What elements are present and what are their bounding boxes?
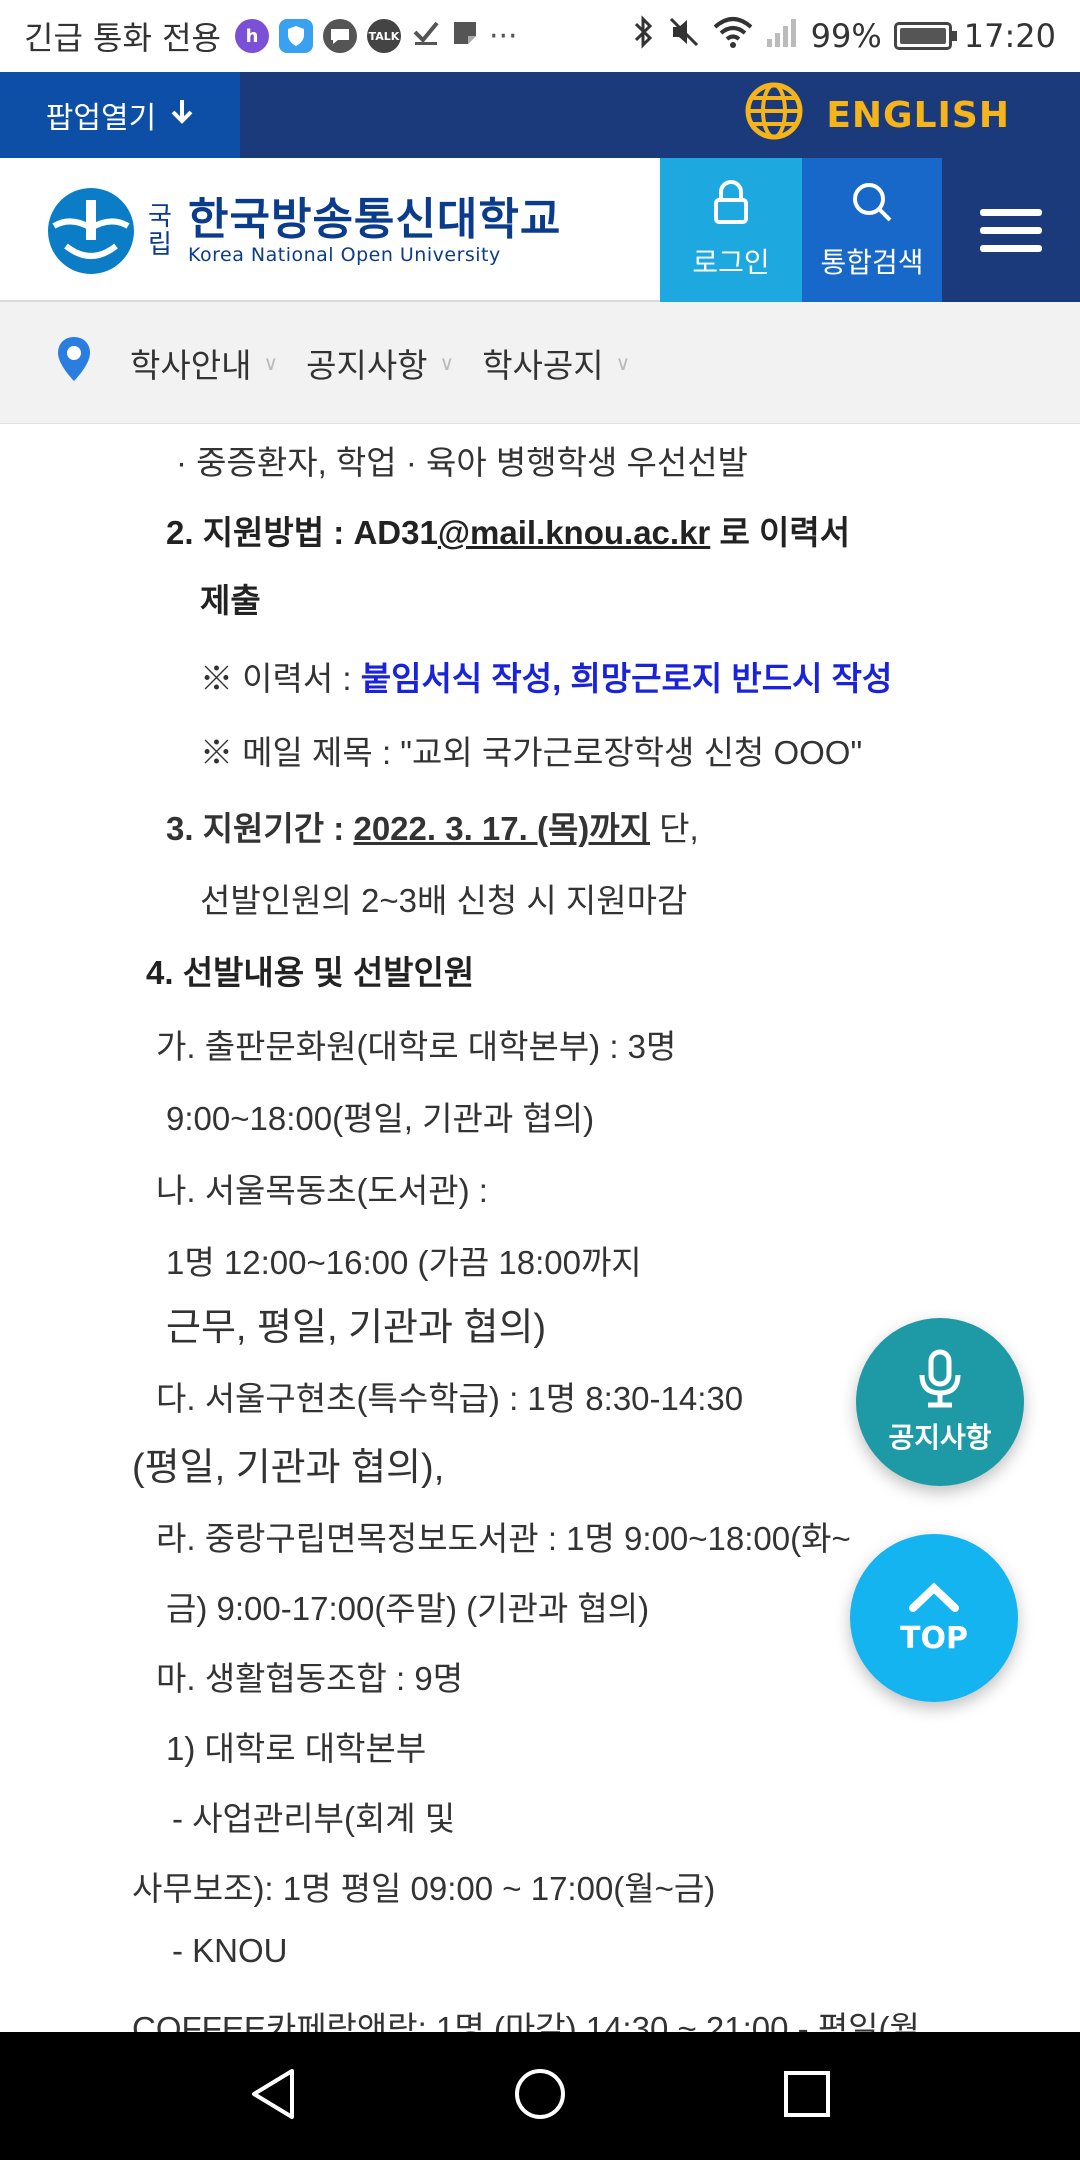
university-logo[interactable]: 국립 한국방송통신대학교 Korea National Open Univers… [46, 186, 561, 276]
bluetooth-icon [633, 15, 655, 57]
text-line: (평일, 기관과 협의), [132, 1447, 445, 1489]
english-label: ENGLISH [826, 94, 1010, 136]
breadcrumb-item-academic-notice[interactable]: 학사공지 ∨ [482, 339, 630, 387]
system-nav-bar [0, 2032, 1080, 2160]
breadcrumb: 학사안내 ∨ 공지사항 ∨ 학사공지 ∨ [0, 302, 1080, 424]
text-segment: 로 이력서 [710, 514, 851, 551]
notification-icons: h TALK ··· [234, 17, 518, 55]
login-button[interactable]: 로그인 [660, 158, 802, 302]
breadcrumb-item-notice[interactable]: 공지사항 ∨ [306, 339, 454, 387]
text-line: - 사업관리부(회계 및 [172, 1800, 456, 1837]
scroll-top-button[interactable]: TOP [850, 1534, 1018, 1702]
text-line: 나. 서울목동초(도서관) : [156, 1172, 488, 1209]
top-bar: 팝업열기 ENGLISH [0, 72, 1080, 158]
clock: 17:20 [963, 17, 1056, 55]
top-label: TOP [900, 1620, 968, 1656]
highlight-text: 붙임서식 작성, 희망근로지 반드시 작성 [360, 660, 893, 697]
logo-name: 한국방송통신대학교 [188, 194, 562, 245]
logo-text: 국립 한국방송통신대학교 Korea National Open Univers… [148, 194, 562, 267]
notice-label: 공지사항 [888, 1420, 992, 1454]
breadcrumb-label: 학사안내 [130, 345, 252, 385]
menu-button[interactable] [942, 158, 1080, 302]
text-line: 9:00~18:00(평일, 기관과 협의) [166, 1100, 595, 1137]
text-line: 가. 출판문화원(대학로 대학본부) : 3명 [156, 1028, 677, 1065]
breadcrumb-label: 학사공지 [482, 345, 604, 385]
location-pin-icon [56, 335, 130, 391]
h-icon: h [234, 19, 269, 53]
chevron-down-icon: ∨ [263, 350, 279, 375]
text-segment: 2. 지원방법 : AD31 [166, 514, 438, 551]
text-line: 다. 서울구현초(특수학급) : 1명 8:30-14:30 [156, 1380, 744, 1417]
system-icons: 99% 17:20 [633, 15, 1056, 57]
text-segment: ※ 이력서 : [200, 660, 361, 697]
back-icon[interactable] [248, 2067, 298, 2125]
search-label: 통합검색 [820, 245, 924, 279]
home-icon[interactable] [513, 2067, 567, 2125]
text-line: ※ 이력서 : 붙임서식 작성, 희망근로지 반드시 작성 [200, 652, 892, 700]
recents-icon[interactable] [782, 2069, 832, 2123]
battery-icon [893, 22, 957, 50]
site-header: 국립 한국방송통신대학교 Korea National Open Univers… [0, 158, 1080, 302]
deadline-text: 2022. 3. 17. (목)까지 [353, 810, 651, 847]
logo-subtitle: Korea National Open University [188, 244, 501, 266]
text-line: 라. 중랑구립면목정보도서관 : 1명 9:00~18:00(화~ [156, 1520, 851, 1557]
text-line: 선발인원의 2~3배 신청 시 지원마감 [200, 882, 688, 919]
note-icon [451, 17, 479, 55]
emblem-icon [48, 188, 134, 274]
carrier-text: 긴급 통화 전용 [24, 19, 221, 57]
breadcrumb-item-academic[interactable]: 학사안내 ∨ [130, 339, 278, 387]
text-line: 3. 지원기간 : 2022. 3. 17. (목)까지 단, [166, 802, 699, 850]
status-bar: 긴급 통화 전용 h TALK ··· 99% 17:20 [0, 0, 1080, 72]
search-icon [850, 180, 894, 231]
shield-icon [278, 19, 313, 53]
english-button[interactable]: ENGLISH [744, 82, 1010, 148]
text-line: 제출 [200, 582, 261, 619]
search-button[interactable]: 통합검색 [802, 158, 942, 302]
chat-icon [322, 19, 357, 53]
lock-icon [712, 179, 750, 231]
chevron-down-icon: ∨ [439, 350, 455, 375]
globe-icon [744, 81, 804, 150]
more-icon: ··· [488, 18, 518, 54]
section-heading: 4. 선발내용 및 선발인원 [146, 954, 475, 991]
text-line: - KNOU [172, 1932, 288, 1969]
text-line: COFFEE카페락앤락: 1명 (마감) 14:30 ~ 21:00 - 평일(… [132, 2010, 920, 2032]
wifi-icon [713, 15, 753, 57]
text-line: 2. 지원방법 : AD31@mail.knou.ac.kr 로 이력서 [166, 506, 850, 554]
article-content: · 중증환자, 학업 · 육아 병행학생 우선선발 2. 지원방법 : AD31… [0, 424, 1080, 2032]
chevron-down-icon: ∨ [615, 350, 631, 375]
text-line: 금) 9:00-17:00(주말) (기관과 협의) [166, 1590, 650, 1627]
popup-open-label: 팝업열기 [45, 101, 157, 136]
chevron-up-icon [908, 1581, 960, 1621]
email-link[interactable]: @mail.knou.ac.kr [438, 514, 710, 551]
login-label: 로그인 [692, 245, 770, 279]
text-line: · 중증환자, 학업 · 육아 병행학생 우선선발 [176, 444, 748, 481]
microphone-icon [915, 1349, 965, 1416]
battery-percent: 99% [810, 17, 882, 55]
text-line: 1명 12:00~16:00 (가끔 18:00까지 [166, 1244, 642, 1281]
text-segment: 단, [650, 810, 699, 847]
popup-open-button[interactable]: 팝업열기 [0, 72, 240, 158]
text-line: 마. 생활협동조합 : 9명 [156, 1660, 464, 1697]
notice-voice-button[interactable]: 공지사항 [856, 1318, 1024, 1486]
text-line: ※ 메일 제목 : "교외 국가근로장학생 신청 OOO" [200, 734, 863, 771]
signal-icon [765, 15, 799, 57]
arrow-down-icon [170, 97, 194, 133]
text-line: 1) 대학로 대학본부 [166, 1730, 427, 1767]
text-line: 근무, 평일, 기관과 협의) [166, 1307, 547, 1349]
text-line: 사무보조): 1명 평일 09:00 ~ 17:00(월~금) [132, 1870, 716, 1907]
breadcrumb-label: 공지사항 [306, 345, 428, 385]
logo-gukrip: 국립 [148, 202, 172, 260]
menu-icon [980, 198, 1042, 263]
check-icon [411, 17, 441, 55]
text-segment: 3. 지원기간 : [166, 810, 354, 847]
talk-icon: TALK [366, 19, 401, 53]
mute-icon [667, 15, 701, 57]
